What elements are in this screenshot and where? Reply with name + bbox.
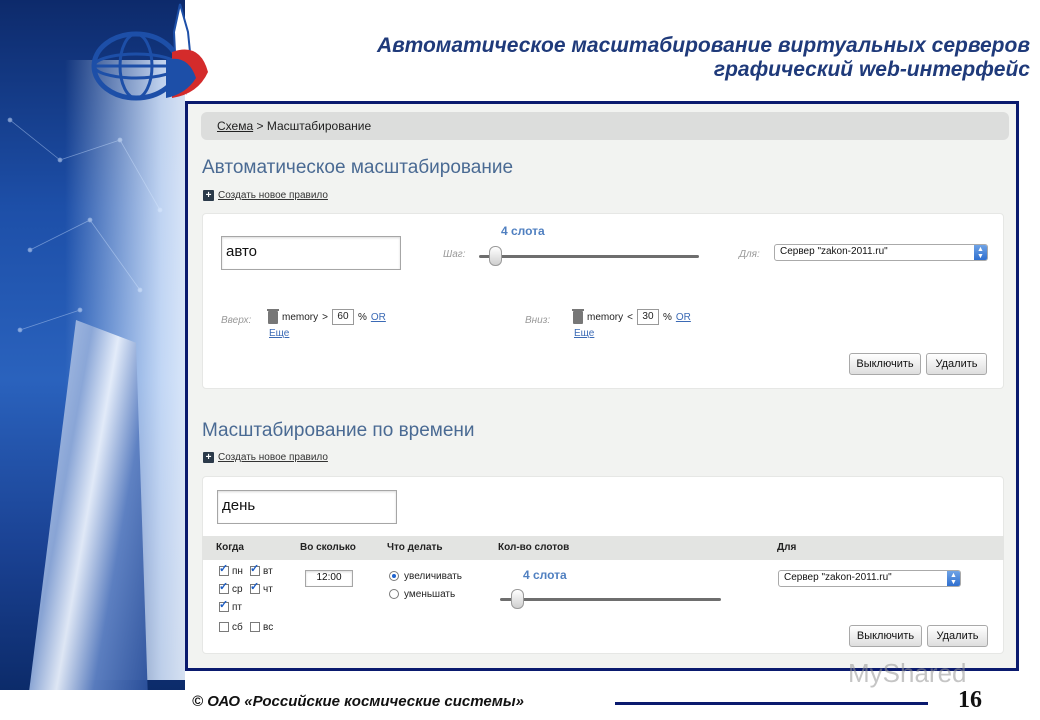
day-tue-label: вт — [263, 566, 273, 577]
radio-selected-icon — [389, 571, 399, 582]
up-condition: memory > 60 % OR — [267, 308, 386, 325]
time-server-select[interactable]: Сервер "zakon-2011.ru" ▲ ▼ — [778, 570, 961, 587]
checkbox-checked-icon — [219, 598, 229, 613]
time-scaling-heading: Масштабирование по времени — [202, 420, 475, 441]
col-at-time: Во сколько — [300, 542, 356, 553]
auto-disable-button[interactable]: Выключить — [849, 353, 921, 375]
auto-delete-button[interactable]: Удалить — [926, 353, 987, 375]
step-label: Шаг: — [443, 249, 466, 260]
checkbox-checked-icon — [219, 580, 229, 595]
decorative-background — [0, 0, 185, 690]
day-mon[interactable]: пн — [219, 562, 243, 577]
auto-scaling-heading: Автоматическое масштабирование — [202, 157, 514, 178]
select-arrows-icon: ▲ ▼ — [947, 571, 960, 586]
col-when: Когда — [216, 542, 244, 553]
down-condition: memory < 30 % OR — [572, 308, 691, 325]
time-slots-slider-track[interactable] — [500, 598, 721, 601]
page-number: 16 — [958, 687, 982, 713]
time-add-rule-label: Создать новое правило — [218, 452, 328, 463]
radio-unselected-icon — [389, 589, 399, 600]
time-input[interactable]: 12:00 — [305, 570, 353, 587]
checkbox-unchecked-icon — [219, 622, 229, 633]
action-decrease-label: уменьшать — [404, 589, 456, 600]
title-line-2: графический web-интерфейс — [713, 58, 1030, 81]
col-action: Что делать — [387, 542, 443, 553]
up-operator: > — [322, 311, 328, 323]
down-or-link[interactable]: OR — [676, 312, 691, 323]
auto-server-select[interactable]: Сервер "zakon-2011.ru" ▲ ▼ — [774, 244, 988, 261]
auto-rule-panel: авто Шаг: 4 слота Для: Сервер "zakon-201… — [202, 213, 1004, 389]
for-label: Для: — [739, 249, 760, 260]
slide-title: Автоматическое масштабирование виртуальн… — [230, 34, 1030, 82]
day-sun-label: вс — [263, 622, 274, 633]
auto-slots-label: 4 слота — [501, 224, 545, 238]
trash-icon[interactable] — [267, 308, 279, 324]
time-rule-name-input[interactable]: день — [217, 490, 397, 524]
auto-rule-name-input[interactable]: авто — [221, 236, 401, 270]
company-logo — [91, 3, 208, 101]
auto-add-rule-label: Создать новое правило — [218, 190, 328, 201]
title-line-1: Автоматическое масштабирование виртуальн… — [377, 34, 1030, 57]
web-interface-screenshot: Схема > Масштабирование Автоматическое м… — [185, 101, 1019, 671]
time-add-rule-link[interactable]: + Создать новое правило — [203, 452, 328, 463]
auto-server-select-value: Сервер "zakon-2011.ru" — [780, 246, 888, 257]
time-slots-slider-handle[interactable] — [511, 589, 524, 609]
col-for: Для — [777, 542, 797, 553]
action-increase-label: увеличивать — [404, 571, 462, 582]
down-more-link[interactable]: Еще — [574, 328, 594, 339]
action-increase-option[interactable]: увеличивать — [389, 571, 462, 582]
up-label: Вверх: — [221, 315, 252, 326]
breadcrumb: Схема > Масштабирование — [201, 112, 1009, 140]
time-table-header: Когда Во сколько Что делать Кол-во слото… — [202, 536, 1004, 560]
day-sun[interactable]: вс — [250, 622, 273, 633]
down-label: Вниз: — [525, 315, 551, 326]
select-arrows-icon: ▲ ▼ — [974, 245, 987, 260]
time-disable-button[interactable]: Выключить — [849, 625, 922, 647]
up-unit: % — [357, 311, 367, 323]
day-thu[interactable]: чт — [250, 580, 273, 595]
down-operator: < — [627, 311, 633, 323]
day-thu-label: чт — [263, 584, 273, 595]
day-wed[interactable]: ср — [219, 580, 243, 595]
down-metric: memory — [587, 311, 624, 323]
auto-step-slider-handle[interactable] — [489, 246, 502, 266]
slide: Автоматическое масштабирование виртуальн… — [0, 0, 1040, 720]
trash-icon[interactable] — [572, 308, 584, 324]
down-unit: % — [662, 311, 672, 323]
up-metric: memory — [282, 311, 319, 323]
day-fri-label: пт — [232, 602, 242, 613]
auto-step-slider-track[interactable] — [479, 255, 699, 258]
breadcrumb-link-scheme[interactable]: Схема — [217, 119, 253, 133]
day-tue[interactable]: вт — [250, 562, 273, 577]
auto-add-rule-link[interactable]: + Создать новое правило — [203, 190, 328, 201]
up-or-link[interactable]: OR — [371, 312, 386, 323]
day-mon-label: пн — [232, 566, 243, 577]
footer-divider — [615, 702, 928, 705]
checkbox-unchecked-icon — [250, 622, 260, 633]
plus-icon: + — [203, 452, 214, 463]
checkbox-checked-icon — [219, 562, 229, 577]
time-delete-button[interactable]: Удалить — [927, 625, 988, 647]
day-sat-label: сб — [232, 622, 243, 633]
day-wed-label: ср — [232, 584, 243, 595]
breadcrumb-current: Масштабирование — [266, 119, 372, 133]
col-slot-count: Кол-во слотов — [498, 542, 570, 553]
day-fri[interactable]: пт — [219, 598, 242, 613]
up-more-link[interactable]: Еще — [269, 328, 289, 339]
time-slots-label: 4 слота — [523, 568, 567, 582]
time-server-select-value: Сервер "zakon-2011.ru" — [784, 572, 892, 583]
checkbox-checked-icon — [250, 580, 260, 595]
action-decrease-option[interactable]: уменьшать — [389, 589, 455, 600]
plus-icon: + — [203, 190, 214, 201]
checkbox-checked-icon — [250, 562, 260, 577]
down-threshold-input[interactable]: 30 — [636, 309, 659, 325]
breadcrumb-separator: > — [256, 119, 264, 133]
footer-company: © ОАО «Российские космические системы» — [192, 693, 525, 710]
day-sat[interactable]: сб — [219, 622, 243, 633]
up-threshold-input[interactable]: 60 — [331, 309, 354, 325]
watermark: MyShared — [848, 658, 967, 688]
